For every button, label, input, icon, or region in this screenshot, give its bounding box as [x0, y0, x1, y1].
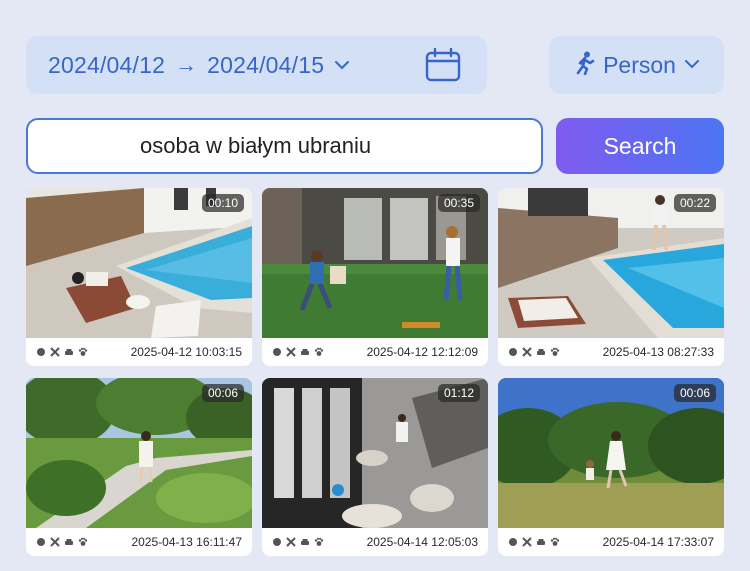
- clip-duration: 00:22: [673, 194, 716, 212]
- chevron-down-icon: [334, 60, 350, 70]
- event-icons: [508, 537, 560, 547]
- date-start: 2024/04/12: [48, 51, 166, 78]
- tools-icon: [522, 537, 532, 547]
- detection-type-label: Person: [603, 51, 676, 78]
- car-icon: [65, 349, 73, 355]
- event-icons: [272, 347, 324, 357]
- paw-icon: [550, 347, 560, 356]
- car-icon: [537, 349, 545, 355]
- clip-timestamp: 2025-04-14 17:33:07: [602, 535, 714, 549]
- clip-thumbnail[interactable]: 00:22: [498, 188, 724, 338]
- clip-meta: 2025-04-12 10:03:15: [26, 338, 252, 366]
- clip-thumbnail[interactable]: 01:12: [262, 378, 488, 528]
- clip-duration: 00:35: [437, 194, 480, 212]
- event-icons: [272, 537, 324, 547]
- car-icon: [301, 539, 309, 545]
- chevron-down-icon: [684, 56, 700, 74]
- clip-timestamp: 2025-04-13 16:11:47: [131, 535, 242, 549]
- detection-type-dropdown[interactable]: Person: [549, 36, 724, 94]
- video-clip-card[interactable]: 01:12 2025-04-14 12:05:03: [262, 378, 488, 556]
- video-clip-card[interactable]: 00:35 2025-04-12 12:12:09: [262, 188, 488, 366]
- car-icon: [537, 539, 545, 545]
- clip-timestamp: 2025-04-14 12:05:03: [366, 535, 478, 549]
- motion-icon: [509, 538, 517, 546]
- car-icon: [301, 349, 309, 355]
- clip-timestamp: 2025-04-13 08:27:33: [602, 345, 714, 359]
- clip-thumbnail[interactable]: 00:06: [26, 378, 252, 528]
- calendar-icon[interactable]: [425, 47, 461, 87]
- paw-icon: [78, 537, 88, 546]
- paw-icon: [550, 537, 560, 546]
- clip-timestamp: 2025-04-12 10:03:15: [130, 345, 242, 359]
- search-input[interactable]: osoba w białym ubraniu: [26, 118, 543, 174]
- motion-icon: [273, 348, 281, 356]
- video-clip-card[interactable]: 00:06 2025-04-13 16:11:47: [26, 378, 252, 556]
- clip-timestamp: 2025-04-12 12:12:09: [366, 345, 478, 359]
- tools-icon: [522, 347, 532, 357]
- motion-icon: [509, 348, 517, 356]
- paw-icon: [314, 537, 324, 546]
- paw-icon: [78, 347, 88, 356]
- clip-duration: 00:06: [201, 384, 244, 402]
- clip-meta: 2025-04-14 12:05:03: [262, 528, 488, 556]
- clip-duration: 00:10: [201, 194, 244, 212]
- video-clip-card[interactable]: 00:06 2025-04-14 17:33:07: [498, 378, 724, 556]
- tools-icon: [286, 347, 296, 357]
- clip-meta: 2025-04-12 12:12:09: [262, 338, 488, 366]
- event-icons: [36, 347, 88, 357]
- clip-duration: 01:12: [437, 384, 480, 402]
- tools-icon: [50, 347, 60, 357]
- clip-thumbnail[interactable]: 00:06: [498, 378, 724, 528]
- search-button[interactable]: Search: [556, 118, 724, 174]
- clip-duration: 00:06: [673, 384, 716, 402]
- tools-icon: [50, 537, 60, 547]
- date-arrow: →: [175, 52, 198, 77]
- date-range-selector[interactable]: 2024/04/12 → 2024/04/15: [26, 36, 487, 94]
- paw-icon: [314, 347, 324, 356]
- clip-thumbnail[interactable]: 00:10: [26, 188, 252, 338]
- event-icons: [36, 537, 88, 547]
- clip-thumbnail[interactable]: 00:35: [262, 188, 488, 338]
- motion-icon: [273, 538, 281, 546]
- video-clip-card[interactable]: 00:22 2025-04-13 08:27:33: [498, 188, 724, 366]
- video-clip-card[interactable]: 00:10 2025-04-12 10:03:15: [26, 188, 252, 366]
- motion-icon: [37, 348, 45, 356]
- clip-meta: 2025-04-13 16:11:47: [26, 528, 252, 556]
- clip-meta: 2025-04-14 17:33:07: [498, 528, 724, 556]
- tools-icon: [286, 537, 296, 547]
- event-icons: [508, 347, 560, 357]
- date-end: 2024/04/15: [207, 51, 325, 78]
- clip-meta: 2025-04-13 08:27:33: [498, 338, 724, 366]
- motion-icon: [37, 538, 45, 546]
- car-icon: [65, 539, 73, 545]
- running-person-icon: [573, 51, 595, 80]
